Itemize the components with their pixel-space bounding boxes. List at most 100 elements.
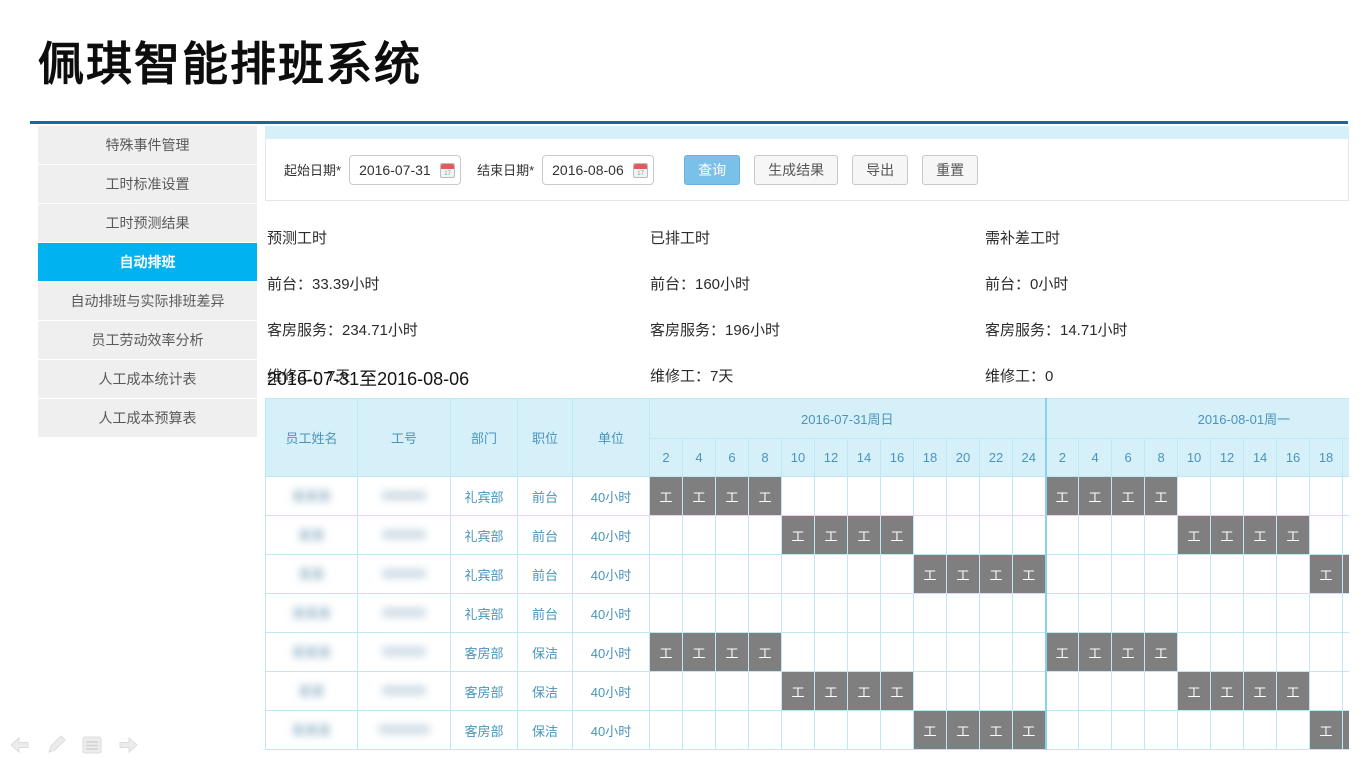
schedule-cell xyxy=(881,477,914,516)
schedule-cell xyxy=(1112,711,1145,750)
schedule-cell xyxy=(1244,711,1277,750)
hour-header: 6 xyxy=(716,439,749,477)
reset-button[interactable]: 重置 xyxy=(922,155,978,185)
blurred-id: 0000000 xyxy=(379,722,430,737)
shift-cell: 工 xyxy=(1145,477,1178,516)
export-button[interactable]: 导出 xyxy=(852,155,908,185)
position-cell: 保洁 xyxy=(518,633,573,672)
schedule-cell xyxy=(749,594,782,633)
schedule-cell xyxy=(1277,594,1310,633)
sidebar: 特殊事件管理工时标准设置工时预测结果自动排班自动排班与实际排班差异员工劳动效率分… xyxy=(38,126,257,438)
start-date-input[interactable]: 2016-07-31 xyxy=(349,155,461,185)
schedule-cell xyxy=(1145,516,1178,555)
schedule-cell xyxy=(815,555,848,594)
schedule-cell xyxy=(1079,594,1112,633)
schedule-cell xyxy=(815,477,848,516)
menu-icon[interactable] xyxy=(80,733,104,757)
shift-cell: 工 xyxy=(716,477,749,516)
shift-cell: 工 xyxy=(914,555,947,594)
shift-cell: 工 xyxy=(815,672,848,711)
sidebar-item[interactable]: 自动排班与实际排班差异 xyxy=(38,282,257,320)
sidebar-item[interactable]: 自动排班 xyxy=(38,243,257,281)
content-top-strip xyxy=(265,126,1349,139)
hour-header: 24 xyxy=(1013,439,1046,477)
next-slide-icon[interactable] xyxy=(116,733,140,757)
schedule-cell xyxy=(1112,555,1145,594)
generate-result-button[interactable]: 生成结果 xyxy=(754,155,838,185)
schedule-cell xyxy=(1145,672,1178,711)
position-cell: 前台 xyxy=(518,477,573,516)
blurred-id: 000000 xyxy=(382,488,425,503)
calendar-icon[interactable] xyxy=(440,163,455,178)
sidebar-item[interactable]: 人工成本预算表 xyxy=(38,399,257,437)
shift-cell: 工 xyxy=(716,633,749,672)
schedule-cell xyxy=(1013,633,1046,672)
sidebar-item[interactable]: 员工劳动效率分析 xyxy=(38,321,257,359)
employee-name-cell: 某某 xyxy=(266,672,358,711)
shift-cell: 工 xyxy=(1112,633,1145,672)
shift-cell: 工 xyxy=(1310,555,1343,594)
shift-cell: 工 xyxy=(1046,477,1079,516)
schedule-cell xyxy=(815,711,848,750)
blurred-id: 000000 xyxy=(382,527,425,542)
hour-header: 20 xyxy=(1343,439,1349,477)
shift-cell: 工 xyxy=(650,633,683,672)
column-header: 工号 xyxy=(358,399,451,477)
schedule-cell xyxy=(683,516,716,555)
employee-row: 某某000000客房部保洁40小时工工工工工工工工 xyxy=(266,672,1350,711)
summary-line: 维修工：7天 xyxy=(650,365,780,386)
employee-id-cell: 0000000 xyxy=(358,711,451,750)
schedule-cell xyxy=(1178,711,1211,750)
blurred-name: 某某某 xyxy=(292,486,331,505)
end-date-input[interactable]: 2016-08-06 xyxy=(542,155,654,185)
shift-cell: 工 xyxy=(1277,672,1310,711)
employee-row: 某某某000000礼宾部前台40小时 xyxy=(266,594,1350,633)
schedule-cell xyxy=(1277,555,1310,594)
sidebar-item[interactable]: 特殊事件管理 xyxy=(38,126,257,164)
schedule-cell xyxy=(980,477,1013,516)
schedule-cell xyxy=(782,633,815,672)
blurred-name: 某某某 xyxy=(292,720,331,739)
schedule-cell xyxy=(716,516,749,555)
department-cell: 礼宾部 xyxy=(451,594,518,633)
shift-cell: 工 xyxy=(881,516,914,555)
sidebar-item[interactable]: 人工成本统计表 xyxy=(38,360,257,398)
pen-icon[interactable] xyxy=(44,733,68,757)
form-buttons: 查询生成结果导出重置 xyxy=(684,155,992,185)
schedule-cell xyxy=(914,477,947,516)
hour-header: 18 xyxy=(914,439,947,477)
summary-column: 预测工时前台：33.39小时客房服务：234.71小时维修工：7天 xyxy=(267,201,418,386)
summary-line: 前台：160小时 xyxy=(650,273,780,294)
schedule-cell xyxy=(1244,594,1277,633)
summary-line: 客房服务：14.71小时 xyxy=(985,319,1128,340)
sidebar-item[interactable]: 工时预测结果 xyxy=(38,204,257,242)
position-cell: 前台 xyxy=(518,555,573,594)
query-button[interactable]: 查询 xyxy=(684,155,740,185)
schedule-cell xyxy=(980,672,1013,711)
hour-header: 8 xyxy=(1145,439,1178,477)
unit-cell: 40小时 xyxy=(573,516,650,555)
schedule-cell xyxy=(947,477,980,516)
hour-header: 6 xyxy=(1112,439,1145,477)
shift-cell: 工 xyxy=(1079,477,1112,516)
sidebar-item[interactable]: 工时标准设置 xyxy=(38,165,257,203)
employee-id-cell: 000000 xyxy=(358,477,451,516)
schedule-body: 某某某000000礼宾部前台40小时工工工工工工工工某某000000礼宾部前台4… xyxy=(266,477,1350,750)
shift-cell: 工 xyxy=(1079,633,1112,672)
shift-cell: 工 xyxy=(1310,711,1343,750)
schedule-cell xyxy=(1046,672,1079,711)
schedule-cell xyxy=(650,711,683,750)
schedule-cell xyxy=(650,516,683,555)
hour-header: 2 xyxy=(1046,439,1079,477)
unit-cell: 40小时 xyxy=(573,594,650,633)
page-title: 佩琪智能排班系统 xyxy=(38,28,422,94)
end-date-value: 2016-08-06 xyxy=(552,162,624,178)
schedule-cell xyxy=(1343,477,1349,516)
schedule-cell xyxy=(782,711,815,750)
calendar-icon[interactable] xyxy=(633,163,648,178)
employee-name-cell: 某某 xyxy=(266,516,358,555)
schedule-cell xyxy=(1211,555,1244,594)
schedule-cell xyxy=(881,711,914,750)
prev-slide-icon[interactable] xyxy=(8,733,32,757)
hour-header: 14 xyxy=(1244,439,1277,477)
